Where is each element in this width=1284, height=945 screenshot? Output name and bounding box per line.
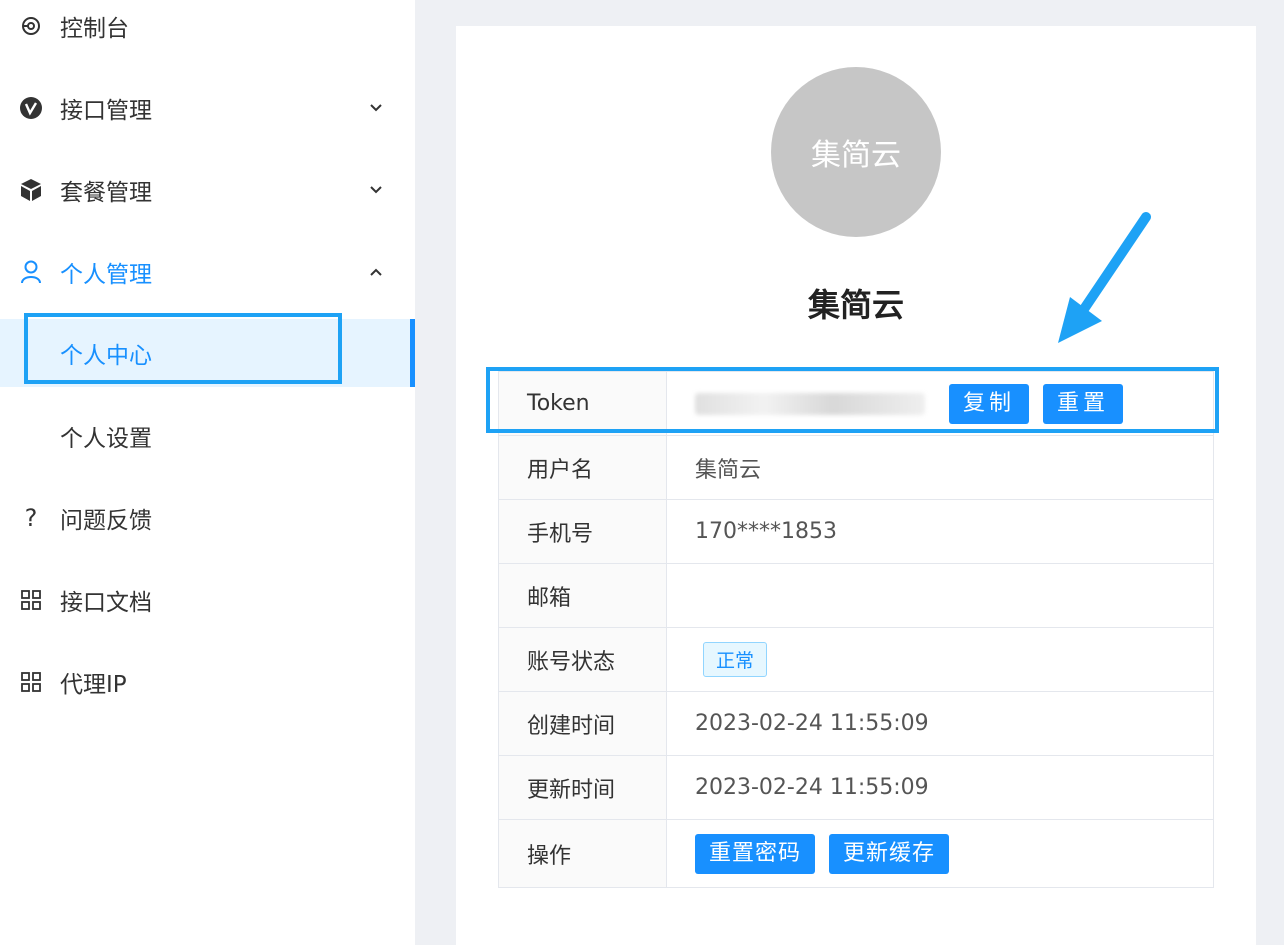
sidebar-item-label: 套餐管理: [60, 180, 152, 206]
phone-value: 170****1853: [666, 499, 1214, 564]
grid-icon: [18, 587, 44, 613]
status-badge: 正常: [703, 642, 768, 677]
email-value: [666, 563, 1214, 628]
table-row: 创建时间 2023-02-24 11:55:09: [498, 691, 1214, 756]
username-label: 用户名: [498, 435, 667, 500]
sidebar-item-personal-center[interactable]: 个人中心: [0, 319, 415, 387]
profile-info-table: Token 复制 重置 用户名 集简云 手机号 170****1853 邮箱 账号…: [498, 371, 1214, 888]
avatar: 集简云: [771, 67, 941, 237]
question-icon: ?: [24, 504, 38, 532]
email-label: 邮箱: [498, 563, 667, 628]
username-value: 集简云: [666, 435, 1214, 500]
sidebar-item-label: 接口管理: [60, 98, 152, 124]
sidebar-item-label: 个人管理: [60, 262, 152, 288]
token-label: Token: [498, 371, 667, 436]
chevron-down-icon[interactable]: [366, 180, 386, 200]
sidebar-item-label: 问题反馈: [60, 508, 152, 534]
sidebar-item-proxy-ip[interactable]: 代理IP: [0, 652, 415, 712]
dashboard-icon: [18, 13, 44, 39]
created-label: 创建时间: [498, 691, 667, 756]
token-value-blurred: [695, 392, 925, 415]
table-row: Token 复制 重置: [498, 371, 1214, 436]
package-icon: [18, 177, 44, 203]
sidebar-item-label: 控制台: [60, 16, 129, 42]
sidebar-item-label: 代理IP: [60, 672, 127, 698]
table-row: 手机号 170****1853: [498, 499, 1214, 564]
sidebar-item-feedback[interactable]: ? 问题反馈: [0, 488, 415, 548]
sidebar-item-api-docs[interactable]: 接口文档: [0, 570, 415, 630]
token-cell: 复制 重置: [666, 371, 1214, 436]
sidebar-item-package-management[interactable]: 套餐管理: [0, 160, 415, 220]
status-label: 账号状态: [498, 627, 667, 692]
table-row: 用户名 集简云: [498, 435, 1214, 500]
table-row: 更新时间 2023-02-24 11:55:09: [498, 755, 1214, 820]
actions-label: 操作: [498, 819, 667, 888]
copy-button[interactable]: 复制: [949, 383, 1030, 424]
sidebar-item-api-management[interactable]: 接口管理: [0, 78, 415, 138]
sidebar-item-personal-management[interactable]: 个人管理: [0, 242, 415, 302]
status-cell: 正常: [666, 627, 1214, 692]
table-row: 账号状态 正常: [498, 627, 1214, 692]
reset-password-button[interactable]: 重置密码: [695, 833, 816, 874]
api-v-icon: [18, 95, 44, 121]
sidebar-item-personal-settings[interactable]: 个人设置: [0, 406, 415, 466]
sidebar: 控制台 接口管理 套餐管理 个人管理 个人中心 个人设置 ? 问题反馈 接口文档…: [0, 0, 415, 945]
table-row: 邮箱: [498, 563, 1214, 628]
refresh-cache-button[interactable]: 更新缓存: [829, 833, 950, 874]
table-row: 操作 重置密码 更新缓存: [498, 819, 1214, 888]
annotation-arrow-icon: [1058, 212, 1151, 343]
chevron-down-icon[interactable]: [366, 98, 386, 118]
sidebar-item-label: 接口文档: [60, 590, 152, 616]
actions-cell: 重置密码 更新缓存: [666, 819, 1214, 888]
sidebar-item-label: 个人中心: [60, 343, 152, 369]
profile-card: 集简云 集简云 Token 复制 重置 用户名 集简云 手机号 170****18…: [456, 26, 1256, 945]
updated-label: 更新时间: [498, 755, 667, 820]
phone-label: 手机号: [498, 499, 667, 564]
reset-token-button[interactable]: 重置: [1043, 383, 1124, 424]
user-icon: [18, 259, 44, 285]
updated-value: 2023-02-24 11:55:09: [666, 755, 1214, 820]
grid-icon: [18, 669, 44, 695]
chevron-up-icon[interactable]: [366, 262, 386, 282]
created-value: 2023-02-24 11:55:09: [666, 691, 1214, 756]
sidebar-item-dashboard[interactable]: 控制台: [0, 0, 415, 56]
sidebar-item-label: 个人设置: [60, 426, 152, 452]
